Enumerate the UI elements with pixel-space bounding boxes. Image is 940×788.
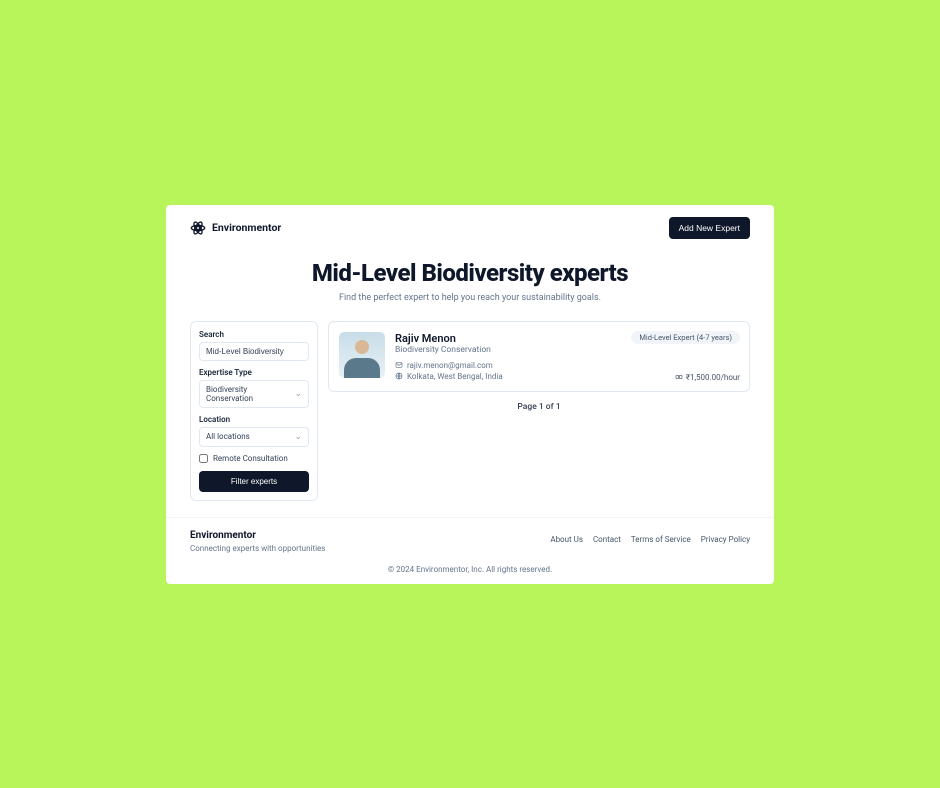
logo-icon xyxy=(190,220,206,236)
footer-link-terms[interactable]: Terms of Service xyxy=(631,535,691,544)
filter-sidebar: Search Expertise Type Biodiversity Conse… xyxy=(190,321,318,501)
footer-brand: Environmentor xyxy=(190,530,325,541)
expert-email-row: rajiv.menon@gmail.com xyxy=(395,361,739,370)
expertise-label: Expertise Type xyxy=(199,368,309,377)
expert-card[interactable]: Rajiv Menon Biodiversity Conservation ra… xyxy=(328,321,750,392)
remote-checkbox[interactable] xyxy=(199,454,208,463)
location-value: All locations xyxy=(206,432,250,441)
banknote-icon xyxy=(675,373,683,381)
footer-brand-block: Environmentor Connecting experts with op… xyxy=(190,530,325,553)
chevron-down-icon: ⌄ xyxy=(294,432,302,442)
expertise-value: Biodiversity Conservation xyxy=(206,385,294,403)
footer-top: Environmentor Connecting experts with op… xyxy=(190,530,750,553)
app-window: Environmentor Add New Expert Mid-Level B… xyxy=(166,205,774,584)
footer-link-contact[interactable]: Contact xyxy=(593,535,621,544)
pagination: Page 1 of 1 xyxy=(328,392,750,422)
results: Rajiv Menon Biodiversity Conservation ra… xyxy=(328,321,750,422)
content: Search Expertise Type Biodiversity Conse… xyxy=(166,321,774,517)
expert-location: Kolkata, West Bengal, India xyxy=(407,372,503,381)
experience-badge: Mid-Level Expert (4-7 years) xyxy=(631,331,740,344)
search-label: Search xyxy=(199,330,309,339)
filter-button[interactable]: Filter experts xyxy=(199,471,309,492)
expert-email: rajiv.menon@gmail.com xyxy=(407,361,493,370)
brand-name: Environmentor xyxy=(212,221,281,234)
hero: Mid-Level Biodiversity experts Find the … xyxy=(166,251,774,321)
search-input[interactable] xyxy=(199,342,309,361)
page-subtitle: Find the perfect expert to help you reac… xyxy=(190,293,750,303)
rate-value: ₹1,500.00/hour xyxy=(686,373,740,382)
footer-link-about[interactable]: About Us xyxy=(550,535,583,544)
add-expert-button[interactable]: Add New Expert xyxy=(669,217,750,239)
remote-label: Remote Consultation xyxy=(213,454,288,463)
remote-checkbox-row: Remote Consultation xyxy=(199,454,309,463)
footer-tagline: Connecting experts with opportunities xyxy=(190,544,325,553)
footer-links: About Us Contact Terms of Service Privac… xyxy=(550,535,750,544)
rate-row: ₹1,500.00/hour xyxy=(675,373,740,382)
chevron-down-icon: ⌄ xyxy=(294,389,302,399)
location-label: Location xyxy=(199,415,309,424)
footer-link-privacy[interactable]: Privacy Policy xyxy=(701,535,750,544)
copyright: © 2024 Environmentor, Inc. All rights re… xyxy=(190,565,750,574)
avatar xyxy=(339,332,385,378)
expertise-select[interactable]: Biodiversity Conservation ⌄ xyxy=(199,380,309,408)
page-title: Mid-Level Biodiversity experts xyxy=(190,259,750,287)
mail-icon xyxy=(395,361,403,369)
location-select[interactable]: All locations ⌄ xyxy=(199,427,309,447)
footer: Environmentor Connecting experts with op… xyxy=(166,517,774,584)
brand: Environmentor xyxy=(190,220,281,236)
globe-icon xyxy=(395,372,403,380)
expert-field: Biodiversity Conservation xyxy=(395,345,739,355)
header: Environmentor Add New Expert xyxy=(166,205,774,251)
